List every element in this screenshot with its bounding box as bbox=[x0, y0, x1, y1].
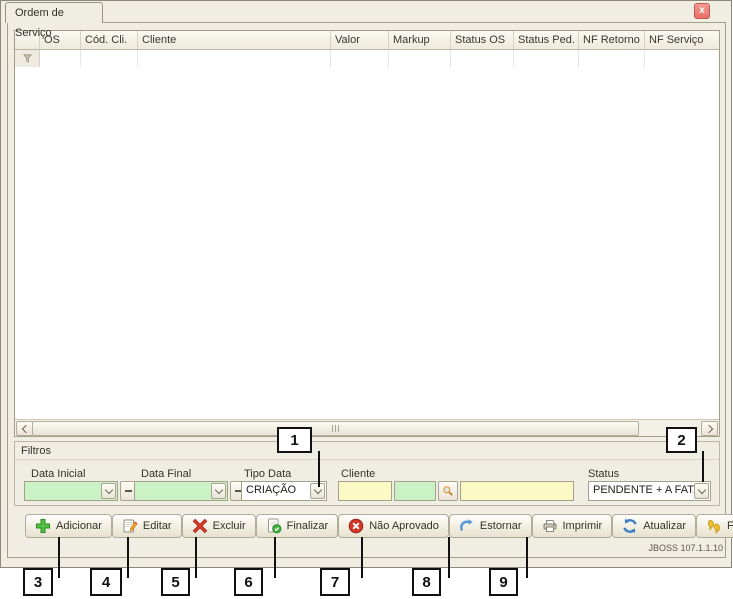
chevron-down-icon bbox=[313, 486, 321, 494]
tipo-data-combobox[interactable]: CRIAÇÃO bbox=[241, 481, 327, 501]
red-x-icon bbox=[192, 518, 208, 534]
atualizar-button[interactable]: Atualizar bbox=[612, 514, 696, 538]
callout-line-3 bbox=[58, 537, 60, 578]
tipo-data-label: Tipo Data bbox=[244, 468, 291, 480]
data-final-label: Data Final bbox=[141, 468, 191, 480]
filter-cell-nf-servico[interactable] bbox=[645, 50, 719, 67]
callout-8: 8 bbox=[412, 568, 441, 596]
callout-1: 1 bbox=[277, 427, 312, 453]
close-button[interactable]: x bbox=[694, 3, 710, 19]
chevron-left-icon bbox=[21, 424, 29, 432]
footprints-icon bbox=[706, 518, 722, 534]
status-label: Status bbox=[588, 468, 619, 480]
cliente-code-input[interactable] bbox=[338, 481, 392, 501]
callout-line-5 bbox=[195, 537, 197, 578]
filter-cell-cod-cli[interactable] bbox=[81, 50, 138, 67]
filters-caption: Filtros bbox=[21, 445, 51, 457]
version-label: JBOSS 107.1.1.10 bbox=[648, 543, 723, 553]
scroll-right-button[interactable] bbox=[701, 421, 718, 436]
printer-icon bbox=[542, 518, 558, 534]
undo-arrow-icon bbox=[459, 518, 475, 534]
filter-cell-nf-retorno[interactable] bbox=[579, 50, 645, 67]
refresh-icon bbox=[622, 518, 638, 534]
data-inicial-label: Data Inicial bbox=[31, 468, 85, 480]
column-header-status-ped[interactable]: Status Ped. bbox=[514, 31, 579, 50]
callout-line-2 bbox=[702, 451, 704, 482]
filter-cell-cliente[interactable] bbox=[138, 50, 331, 67]
cliente-search-button[interactable] bbox=[438, 481, 458, 501]
column-header-nf-retorno[interactable]: NF Retorno bbox=[579, 31, 645, 50]
scrollbar-thumb[interactable] bbox=[32, 421, 639, 436]
callout-9: 9 bbox=[489, 568, 518, 596]
chevron-down-icon bbox=[214, 486, 222, 494]
callout-5: 5 bbox=[161, 568, 190, 596]
scrollbar-grip bbox=[332, 425, 333, 432]
chevron-down-icon bbox=[697, 486, 705, 494]
filter-cell-valor[interactable] bbox=[331, 50, 389, 67]
scroll-left-button[interactable] bbox=[16, 421, 33, 436]
callout-line-4 bbox=[127, 537, 129, 578]
data-final-input[interactable] bbox=[134, 481, 228, 501]
column-header-cod-cli[interactable]: Cód. Cli. bbox=[81, 31, 138, 50]
close-icon: x bbox=[699, 5, 705, 16]
imprimir-button[interactable]: Imprimir bbox=[532, 514, 613, 538]
nao-aprovado-button[interactable]: Não Aprovado bbox=[338, 514, 449, 538]
document-check-icon bbox=[266, 518, 282, 534]
callout-line-9 bbox=[526, 537, 528, 578]
column-header-nf-servico[interactable]: NF Serviço bbox=[645, 31, 719, 50]
filter-cell-status-ped[interactable] bbox=[514, 50, 579, 67]
horizontal-scrollbar[interactable] bbox=[15, 419, 719, 436]
callout-7: 7 bbox=[320, 568, 350, 596]
callout-4: 4 bbox=[90, 568, 122, 596]
cliente-lookup-input[interactable] bbox=[394, 481, 436, 501]
filter-cell-status-os[interactable] bbox=[451, 50, 514, 67]
grid-empty-body[interactable] bbox=[15, 67, 719, 420]
tab-ordem-de-servico[interactable]: Ordem de Serviço bbox=[5, 2, 103, 23]
callout-2: 2 bbox=[666, 427, 697, 453]
search-icon bbox=[442, 485, 454, 497]
column-header-valor[interactable]: Valor bbox=[331, 31, 389, 50]
data-final-dropdown-button[interactable] bbox=[211, 483, 226, 499]
grid-header-row: OS Cód. Cli. Cliente Valor Markup Status… bbox=[15, 31, 719, 50]
editar-button[interactable]: Editar bbox=[112, 514, 182, 538]
callout-line-8 bbox=[448, 537, 450, 578]
data-inicial-input[interactable] bbox=[24, 481, 118, 501]
status-combobox[interactable]: PENDENTE + A FAT... bbox=[588, 481, 711, 501]
chevron-down-icon bbox=[104, 486, 112, 494]
callout-3: 3 bbox=[23, 568, 53, 596]
cliente-name-input[interactable] bbox=[460, 481, 574, 501]
column-header-markup[interactable]: Markup bbox=[389, 31, 451, 50]
not-approved-icon bbox=[348, 518, 364, 534]
screenshot-root: Ordem de Serviço x OS Cód. Cli. Cliente … bbox=[0, 0, 733, 599]
status-dropdown-button[interactable] bbox=[694, 483, 709, 499]
auto-filter-row bbox=[15, 50, 719, 68]
orders-grid: OS Cód. Cli. Cliente Valor Markup Status… bbox=[14, 30, 720, 437]
column-header-status-os[interactable]: Status OS bbox=[451, 31, 514, 50]
column-header-cliente[interactable]: Cliente bbox=[138, 31, 331, 50]
chevron-right-icon bbox=[704, 424, 712, 432]
callout-6: 6 bbox=[234, 568, 263, 596]
data-inicial-dropdown-button[interactable] bbox=[101, 483, 116, 499]
excluir-button[interactable]: Excluir bbox=[182, 514, 256, 538]
callout-line-1 bbox=[318, 451, 320, 487]
edit-pencil-icon bbox=[122, 518, 138, 534]
filters-panel: Filtros Data Inicial Data Final Tipo Dat… bbox=[14, 441, 720, 506]
action-button-bar: Adicionar Editar Excluir Finalizar Não A… bbox=[25, 514, 719, 538]
filter-row-indicator bbox=[15, 50, 40, 67]
estornar-button[interactable]: Estornar bbox=[449, 514, 532, 538]
plus-icon bbox=[35, 518, 51, 534]
callout-line-6 bbox=[274, 537, 276, 578]
filters-caption-separator bbox=[15, 459, 719, 460]
finalizar-button[interactable]: Finalizar bbox=[256, 514, 339, 538]
cliente-label: Cliente bbox=[341, 468, 375, 480]
fechar-button[interactable]: Fechar bbox=[696, 514, 733, 538]
callout-line-7 bbox=[361, 537, 363, 578]
status-value: PENDENTE + A FAT... bbox=[593, 482, 695, 499]
filter-funnel-icon bbox=[23, 54, 32, 63]
minus-icon bbox=[125, 490, 132, 492]
filter-cell-markup[interactable] bbox=[389, 50, 451, 67]
filter-cell-os[interactable] bbox=[40, 50, 81, 67]
tipo-data-value: CRIAÇÃO bbox=[246, 482, 311, 499]
adicionar-button[interactable]: Adicionar bbox=[25, 514, 112, 538]
